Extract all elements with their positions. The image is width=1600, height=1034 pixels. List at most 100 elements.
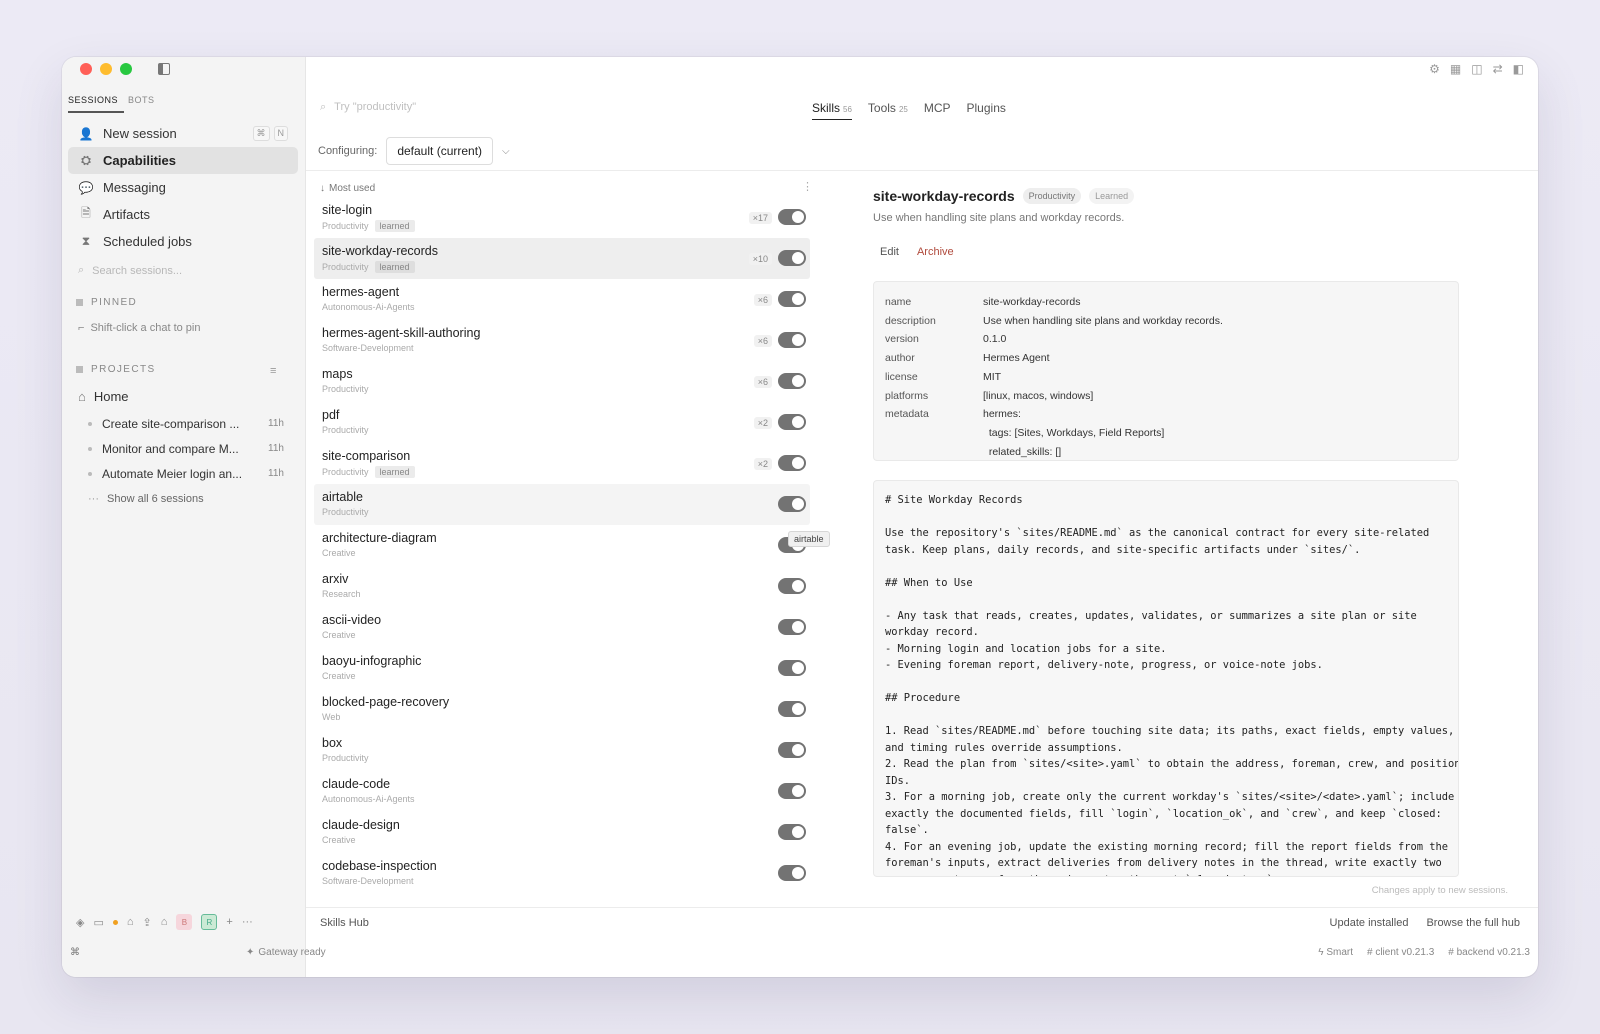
- command-icon[interactable]: ⌘: [70, 947, 80, 958]
- sidebar-item-messaging[interactable]: 💬 Messaging: [68, 174, 298, 201]
- skill-enabled-toggle[interactable]: [778, 578, 806, 594]
- skill-enabled-toggle[interactable]: [778, 414, 806, 430]
- metadata-row: license MIT: [885, 368, 1447, 387]
- upload-icon[interactable]: ⇪: [143, 916, 152, 929]
- skill-row[interactable]: hermes-agent Autonomous-Ai-Agents ×6: [314, 279, 810, 320]
- skill-enabled-toggle[interactable]: [778, 373, 806, 389]
- skill-row[interactable]: airtable Productivity: [314, 484, 810, 525]
- project-home-label: Home: [93, 389, 129, 404]
- house-icon[interactable]: ⌂: [161, 916, 168, 928]
- skill-row[interactable]: hermes-agent-skill-authoring Software-Dev…: [314, 320, 810, 361]
- skill-enabled-toggle[interactable]: [778, 783, 806, 799]
- profile-r-badge[interactable]: R: [201, 914, 218, 930]
- skill-row[interactable]: codebase-inspection Software-Development: [314, 853, 810, 894]
- skill-row[interactable]: site-login Productivity learned ×17: [314, 197, 810, 238]
- update-installed-button[interactable]: Update installed: [1330, 917, 1409, 929]
- skill-enabled-toggle[interactable]: [778, 660, 806, 676]
- session-search[interactable]: ⌕ Search sessions...: [78, 264, 182, 277]
- settings-icon[interactable]: ⚙: [1429, 62, 1440, 76]
- sidebar-tabs: SESSIONS BOTS: [68, 95, 161, 113]
- monitor-icon[interactable]: ▭: [93, 916, 103, 929]
- skill-enabled-toggle[interactable]: [778, 250, 806, 266]
- skill-row[interactable]: box Productivity: [314, 730, 810, 771]
- mode-indicator[interactable]: ϟ Smart: [1318, 947, 1353, 958]
- skill-enabled-toggle[interactable]: [778, 742, 806, 758]
- skill-row[interactable]: maps Productivity ×6: [314, 361, 810, 402]
- skills-hub-link[interactable]: Skills Hub: [320, 917, 369, 929]
- more-icon[interactable]: ···: [242, 916, 253, 928]
- learned-chip: Learned: [1089, 188, 1135, 204]
- maximize-window-button[interactable]: [120, 63, 132, 75]
- session-search-input[interactable]: Search sessions...: [92, 265, 182, 277]
- minimize-window-button[interactable]: [100, 63, 112, 75]
- archive-button[interactable]: Archive: [917, 246, 954, 258]
- edit-button[interactable]: Edit: [880, 246, 899, 258]
- project-session-item[interactable]: Create site-comparison ... 11h: [88, 411, 284, 436]
- add-icon[interactable]: +: [226, 916, 232, 928]
- kebab-menu-icon[interactable]: ⋮: [802, 180, 813, 193]
- skills-search[interactable]: ⌕ Try "productivity": [320, 101, 416, 114]
- tab-tools[interactable]: Tools 25: [868, 101, 908, 120]
- config-select[interactable]: default (current): [386, 137, 494, 165]
- skill-row[interactable]: pdf Productivity ×2: [314, 402, 810, 443]
- skill-row[interactable]: baoyu-infographic Creative: [314, 648, 810, 689]
- metadata-row: version 0.1.0: [885, 330, 1447, 349]
- skill-row[interactable]: site-workday-records Productivity learned ×…: [314, 238, 810, 279]
- skill-enabled-toggle[interactable]: [778, 332, 806, 348]
- layout-icon[interactable]: ▦: [1450, 62, 1461, 76]
- browse-hub-button[interactable]: Browse the full hub: [1426, 917, 1520, 929]
- skill-markdown[interactable]: # Site Workday Records Use the repositor…: [873, 480, 1459, 877]
- tab-plugins[interactable]: Plugins: [967, 101, 1006, 120]
- skill-name: claude-code: [322, 777, 391, 791]
- filter-icon[interactable]: ≡: [270, 365, 276, 377]
- home-small-icon[interactable]: ⌂: [127, 916, 134, 928]
- backend-version: # backend v0.21.3: [1448, 947, 1530, 958]
- skill-enabled-toggle[interactable]: [778, 291, 806, 307]
- swap-icon[interactable]: ⇄: [1493, 62, 1503, 76]
- sidebar-item-capabilities[interactable]: ⛭ Capabilities: [68, 147, 298, 174]
- tab-bots[interactable]: BOTS: [128, 95, 161, 113]
- skill-row[interactable]: claude-design Creative: [314, 812, 810, 853]
- sidebar-item-scheduled-jobs[interactable]: ⧗ Scheduled jobs: [68, 228, 298, 255]
- pin-square-icon: [76, 299, 83, 306]
- skill-row[interactable]: blocked-page-recovery Web: [314, 689, 810, 730]
- tab-label: Plugins: [966, 101, 1006, 115]
- panel-icon[interactable]: ◧: [1513, 62, 1524, 76]
- skill-meta: Productivity learned: [322, 261, 802, 273]
- skill-row[interactable]: architecture-diagram Creative: [314, 525, 810, 566]
- metadata-key: license: [885, 370, 918, 383]
- skill-category: Productivity: [322, 221, 369, 231]
- chevron-down-icon[interactable]: ⌵: [502, 146, 510, 157]
- layers-icon[interactable]: ◈: [76, 916, 84, 929]
- skill-enabled-toggle[interactable]: [778, 824, 806, 840]
- skill-row[interactable]: arxiv Research: [314, 566, 810, 607]
- profile-b-badge[interactable]: B: [176, 914, 193, 930]
- skill-enabled-toggle[interactable]: [778, 701, 806, 717]
- tab-mcp[interactable]: MCP: [924, 101, 951, 120]
- skill-enabled-toggle[interactable]: [778, 865, 806, 881]
- skill-enabled-toggle[interactable]: [778, 209, 806, 225]
- markdown-content: # Site Workday Records Use the repositor…: [885, 494, 1459, 876]
- chat-bubble-icon[interactable]: ◫: [1471, 62, 1482, 76]
- skill-row[interactable]: site-comparison Productivity learned ×2: [314, 443, 810, 484]
- skill-enabled-toggle[interactable]: [778, 455, 806, 471]
- project-home[interactable]: ⌂ Home: [78, 389, 129, 404]
- skill-row[interactable]: ascii-video Creative: [314, 607, 810, 648]
- skill-enabled-toggle[interactable]: [778, 619, 806, 635]
- skill-enabled-toggle[interactable]: [778, 496, 806, 512]
- detail-actions: Edit Archive: [880, 246, 954, 258]
- sidebar-item-artifacts[interactable]: 🗎 Artifacts: [68, 201, 298, 228]
- project-session-item[interactable]: Automate Meier login an... 11h: [88, 461, 284, 486]
- show-all-sessions-link[interactable]: ··· Show all 6 sessions: [88, 486, 284, 511]
- project-session-item[interactable]: Monitor and compare M... 11h: [88, 436, 284, 461]
- sort-header[interactable]: ↓ Most used: [320, 183, 375, 194]
- sidebar-item-new-session[interactable]: 👤 New session ⌘ N: [68, 120, 298, 147]
- tab-skills[interactable]: Skills 56: [812, 101, 852, 120]
- close-window-button[interactable]: [80, 63, 92, 75]
- search-icon: ⌕: [78, 264, 85, 276]
- skill-row[interactable]: claude-code Autonomous-Ai-Agents: [314, 771, 810, 812]
- skill-name: arxiv: [322, 572, 349, 586]
- sidebar-toggle-icon[interactable]: [158, 63, 170, 75]
- skills-search-input[interactable]: Try "productivity": [334, 101, 416, 114]
- tab-sessions[interactable]: SESSIONS: [68, 95, 125, 113]
